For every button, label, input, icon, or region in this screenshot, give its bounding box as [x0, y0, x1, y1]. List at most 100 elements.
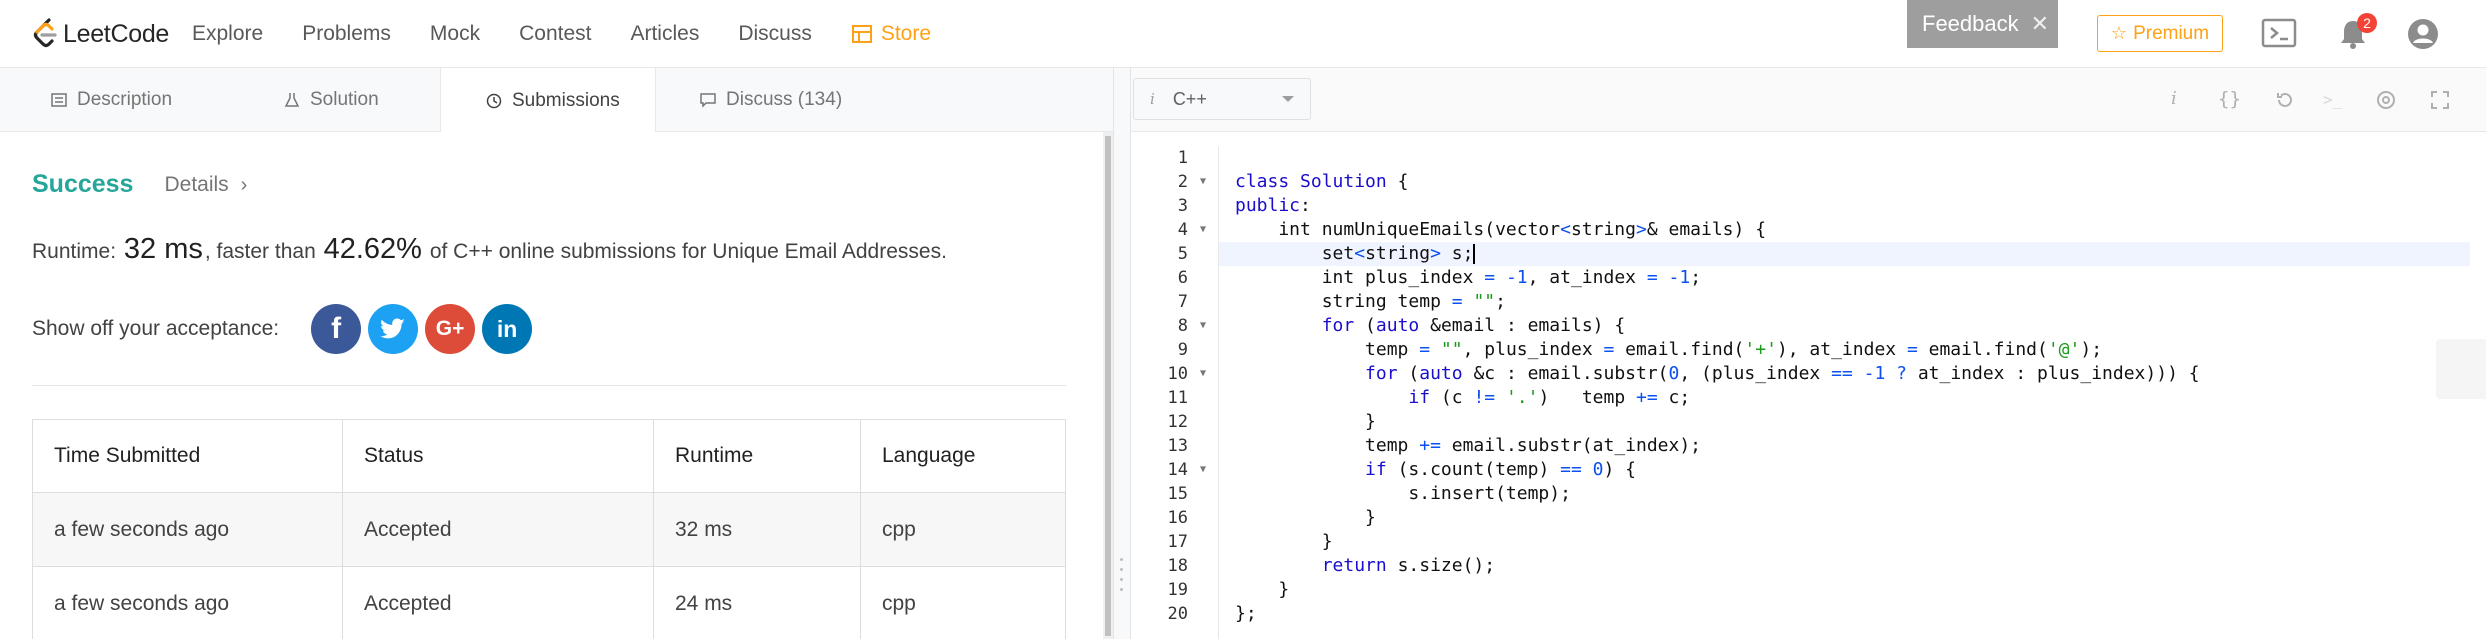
code-line[interactable]: for (auto &c : email.substr(0, (plus_ind…	[1235, 362, 2475, 386]
cell-language: cpp	[860, 566, 1066, 639]
premium-button[interactable]: ☆ Premium	[2097, 15, 2223, 52]
code-line[interactable]: for (auto &email : emails) {	[1235, 314, 2475, 338]
store-label: Store	[880, 22, 932, 45]
table-row: a few seconds ago Accepted 24 ms cpp	[32, 566, 1066, 639]
leetcode-logo[interactable]: LeetCode	[30, 17, 169, 51]
tab-submissions[interactable]: Submissions	[440, 68, 656, 133]
user-avatar-icon[interactable]	[2406, 17, 2440, 51]
header-status[interactable]: Status	[342, 419, 654, 493]
caret-down-icon	[1282, 96, 1294, 102]
info-icon[interactable]: i	[2171, 88, 2177, 109]
code-line[interactable]: int plus_index = -1, at_index = -1;	[1235, 266, 2475, 290]
fold-icon: ▼	[1199, 176, 1206, 187]
playground-icon[interactable]	[2261, 17, 2297, 49]
nav-store[interactable]: Store	[851, 22, 931, 46]
header-time-submitted[interactable]: Time Submitted	[32, 419, 343, 493]
braces-icon[interactable]: {}	[2218, 88, 2241, 110]
close-icon[interactable]: ✕	[2031, 11, 2049, 37]
line-number: 3	[1177, 196, 1188, 216]
details-link[interactable]: Details ›	[164, 173, 247, 197]
tab-solution[interactable]: Solution	[284, 68, 379, 132]
code-lines[interactable]: class Solution { public: int numUniqueEm…	[1219, 146, 2475, 626]
code-line[interactable]: string temp = "";	[1235, 290, 2475, 314]
nav-articles[interactable]: Articles	[630, 22, 699, 46]
cell-time-submitted: a few seconds ago	[32, 492, 343, 567]
table-header-row: Time Submitted Status Runtime Language	[32, 419, 1066, 493]
code-line[interactable]	[1235, 146, 2475, 170]
nav-mock[interactable]: Mock	[430, 22, 480, 46]
code-line[interactable]: temp += email.substr(at_index);	[1235, 434, 2475, 458]
line-number: 15	[1167, 484, 1188, 504]
scrollbar-thumb[interactable]	[1105, 136, 1111, 636]
cell-status[interactable]: Accepted	[342, 492, 654, 567]
line-number: 2 ▼	[1177, 172, 1206, 192]
flask-icon	[284, 93, 300, 107]
cell-runtime: 24 ms	[653, 566, 861, 639]
line-number: 12	[1167, 412, 1188, 432]
code-line[interactable]: public:	[1235, 194, 2475, 218]
nav-discuss[interactable]: Discuss	[738, 22, 812, 46]
store-icon	[851, 25, 872, 43]
tab-description-label: Description	[77, 89, 173, 110]
code-line-active[interactable]: set<string> s;	[1219, 242, 2470, 266]
code-line[interactable]: return s.size();	[1235, 554, 2475, 578]
code-line[interactable]: }	[1235, 530, 2475, 554]
left-panel-scrollbar[interactable]	[1103, 132, 1113, 639]
tab-discuss[interactable]: Discuss (134)	[700, 68, 842, 132]
side-panel-toggle[interactable]	[2436, 339, 2486, 399]
premium-label: Premium	[2133, 22, 2210, 44]
line-number: 6	[1177, 268, 1188, 288]
nav-contest[interactable]: Contest	[519, 22, 591, 46]
star-icon: ☆	[2110, 23, 2128, 43]
code-line[interactable]: }	[1235, 578, 2475, 602]
info-icon: i	[1150, 90, 1155, 108]
code-line[interactable]: if (c != '.') temp += c;	[1235, 386, 2475, 410]
line-number: 4 ▼	[1177, 220, 1206, 240]
nav-problems[interactable]: Problems	[302, 22, 391, 46]
result-header: Success Details ›	[32, 170, 247, 199]
fullscreen-icon[interactable]	[2430, 90, 2450, 110]
header-language[interactable]: Language	[860, 419, 1066, 493]
tab-solution-label: Solution	[310, 89, 379, 110]
table-row: a few seconds ago Accepted 32 ms cpp	[32, 492, 1066, 567]
nav-explore[interactable]: Explore	[192, 22, 263, 46]
line-number: 5	[1177, 244, 1188, 264]
linkedin-icon[interactable]: in	[482, 304, 533, 354]
runtime-value: 32 ms	[123, 233, 203, 265]
tab-discuss-label: Discuss (134)	[726, 89, 843, 110]
code-line[interactable]: if (s.count(temp) == 0) {	[1235, 458, 2475, 482]
code-line[interactable]: };	[1235, 602, 2475, 626]
fold-icon: ▼	[1199, 368, 1206, 379]
tab-description[interactable]: Description	[51, 68, 172, 132]
twitter-icon[interactable]	[368, 304, 419, 354]
google-plus-icon[interactable]: G+	[425, 304, 476, 354]
code-line[interactable]: temp = "", plus_index = email.find('+'),…	[1235, 338, 2475, 362]
line-number-gutter: 1 2 ▼ 3 4 ▼ 5 6 7 8 ▼ 9 10 ▼ 11 12 13 14 ▼ 15…	[1131, 146, 1219, 639]
console-icon[interactable]: >_	[2323, 90, 2342, 109]
code-editor[interactable]: 1 2 ▼ 3 4 ▼ 5 6 7 8 ▼ 9 10 ▼ 11 12 13 14 ▼ 15…	[1131, 132, 2486, 639]
reset-icon[interactable]	[2275, 90, 2295, 110]
code-line[interactable]: }	[1235, 506, 2475, 530]
code-line[interactable]: class Solution {	[1235, 170, 2475, 194]
share-label: Show off your acceptance:	[32, 317, 280, 340]
problem-tabs: Description Solution Submissions Discuss…	[0, 68, 1113, 133]
facebook-icon[interactable]: f	[311, 304, 362, 354]
language-select[interactable]: i C++	[1133, 78, 1311, 120]
cell-time-submitted: a few seconds ago	[32, 566, 343, 639]
code-line[interactable]: int numUniqueEmails(vector<string>& emai…	[1235, 218, 2475, 242]
panel-resize-handle[interactable]	[1113, 68, 1131, 639]
runtime-suffix: of C++ online submissions for Unique Ema…	[429, 240, 947, 263]
header-runtime[interactable]: Runtime	[653, 419, 861, 493]
settings-icon[interactable]	[2375, 89, 2397, 111]
nav-links: Explore Problems Mock Contest Articles D…	[192, 0, 970, 68]
cell-runtime: 32 ms	[653, 492, 861, 567]
runtime-summary: Runtime: 32 ms, faster than 42.62% of C+…	[32, 233, 947, 266]
cell-status[interactable]: Accepted	[342, 566, 654, 639]
code-line[interactable]: }	[1235, 410, 2475, 434]
line-number: 20	[1167, 604, 1188, 624]
percentile-value: 42.62%	[323, 233, 422, 265]
code-line[interactable]: s.insert(temp);	[1235, 482, 2475, 506]
feedback-button[interactable]: Feedback ✕	[1907, 0, 2058, 48]
comment-icon	[700, 93, 716, 108]
line-number: 9	[1177, 340, 1188, 360]
